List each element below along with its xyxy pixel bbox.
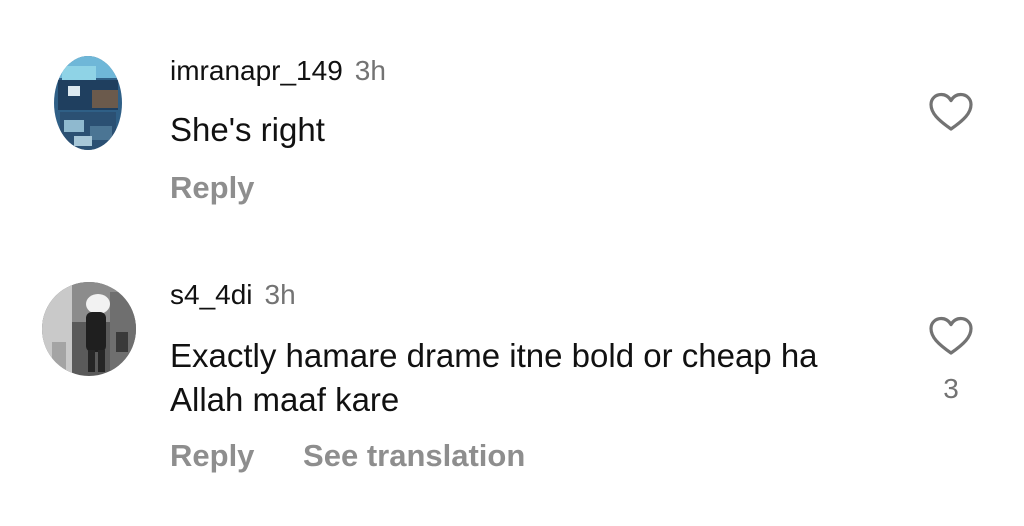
comment-timestamp: 3h — [354, 55, 386, 86]
comment-username[interactable]: imranapr_149 — [170, 55, 343, 86]
like-button[interactable] — [928, 316, 974, 356]
comment-username[interactable]: s4_4di — [170, 279, 253, 310]
reply-button[interactable]: Reply — [170, 438, 254, 473]
comment-actions: Reply — [170, 170, 254, 206]
like-count: 3 — [943, 373, 959, 404]
comment-header: s4_4di 3h — [170, 278, 296, 312]
like-button[interactable] — [928, 92, 974, 132]
comment-text: Exactly hamare drame itne bold or cheap … — [170, 337, 818, 418]
avatar-image — [42, 282, 136, 376]
avatar[interactable] — [54, 56, 122, 150]
comment-text: She's right — [170, 111, 325, 148]
comment-timestamp: 3h — [264, 279, 296, 310]
avatar[interactable] — [42, 282, 136, 376]
comment-actions: Reply See translation — [170, 438, 525, 474]
avatar-image — [54, 56, 122, 150]
reply-button[interactable]: Reply — [170, 170, 254, 205]
heart-outline-icon — [929, 316, 973, 355]
comment-header: imranapr_149 3h — [170, 54, 386, 88]
heart-outline-icon — [929, 92, 973, 131]
see-translation-button[interactable]: See translation — [303, 438, 525, 473]
